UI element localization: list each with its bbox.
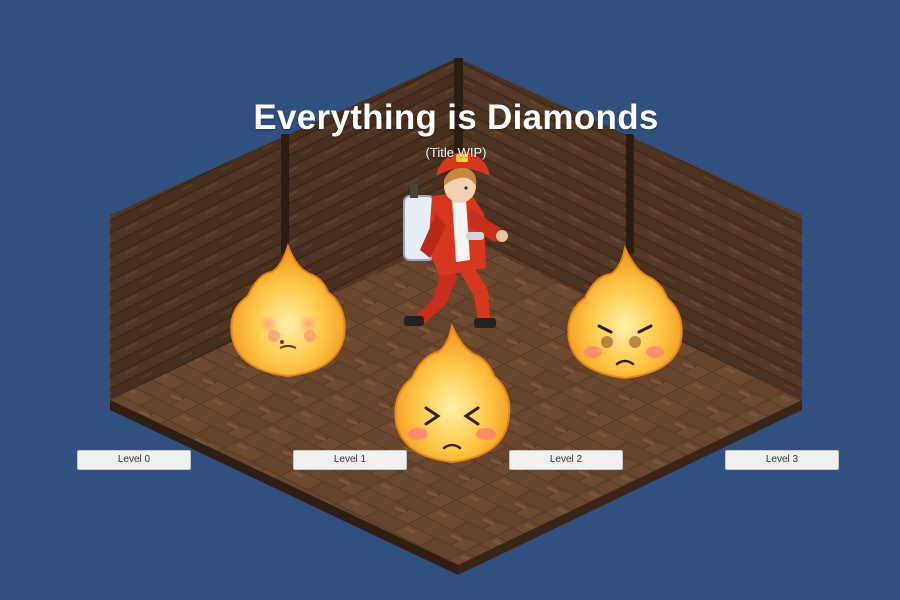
level-1-button[interactable]: Level 1 — [293, 450, 407, 470]
level-3-button[interactable]: Level 3 — [725, 450, 839, 470]
game-title: Everything is Diamonds — [253, 98, 659, 137]
game-subtitle: (Title WIP) — [425, 145, 487, 160]
level-2-button[interactable]: Level 2 — [509, 450, 623, 470]
game-scene — [110, 58, 802, 575]
level-0-button[interactable]: Level 0 — [77, 450, 191, 470]
